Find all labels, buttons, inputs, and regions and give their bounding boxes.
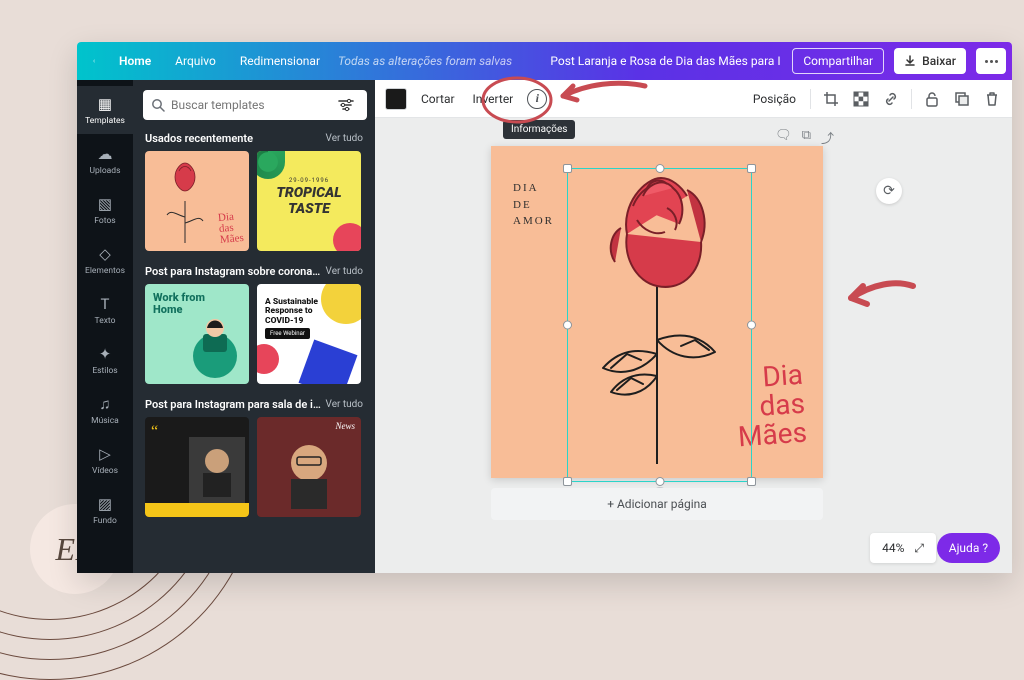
menu-file[interactable]: Arquivo	[165, 48, 226, 74]
see-all-link[interactable]: Ver tudo	[326, 399, 363, 410]
search-input[interactable]	[171, 98, 327, 112]
app-window: Home Arquivo Redimensionar Todas as alte…	[77, 42, 1012, 573]
uploads-icon: ☁	[98, 145, 113, 163]
rail-videos[interactable]: ▷ Vídeos	[77, 436, 133, 484]
section-header: Post para Instagram sobre corona… Ver tu…	[133, 261, 375, 284]
section-header: Post para Instagram para sala de i… Ver …	[133, 394, 375, 417]
rail-label: Texto	[95, 316, 116, 326]
thumb-headline: A Sustainable Response to COVID-19	[265, 298, 335, 326]
template-thumb[interactable]: 29-09-1996 TROPICALTASTE	[257, 151, 361, 251]
download-label: Baixar	[922, 54, 956, 68]
lock-icon[interactable]	[922, 89, 942, 109]
rail-label: Vídeos	[92, 466, 118, 476]
styles-icon: ✦	[99, 345, 112, 363]
download-button[interactable]: Baixar	[894, 48, 966, 74]
rail-text[interactable]: T Texto	[77, 286, 133, 334]
rail-label: Fundo	[93, 516, 117, 526]
save-status: Todas as alterações foram salvas	[338, 54, 512, 68]
videos-icon: ▷	[99, 445, 111, 463]
more-button[interactable]	[976, 48, 1006, 74]
section-title: Post para Instagram para sala de i…	[145, 398, 321, 411]
trash-icon[interactable]	[982, 89, 1002, 109]
search-icon	[151, 98, 165, 112]
rail-styles[interactable]: ✦ Estilos	[77, 336, 133, 384]
transparency-icon[interactable]	[851, 89, 871, 109]
selection-frame[interactable]: ⟳	[567, 168, 752, 482]
templates-icon: ▦	[98, 95, 112, 113]
top-header: Home Arquivo Redimensionar Todas as alte…	[77, 42, 1012, 80]
template-thumb[interactable]: “	[145, 417, 249, 517]
rail-templates[interactable]: ▦ Templates	[77, 86, 133, 134]
rail-uploads[interactable]: ☁ Uploads	[77, 136, 133, 184]
zoom-control[interactable]: 44% ⤢	[870, 533, 936, 563]
rail-label: Música	[91, 416, 119, 426]
text-icon: T	[101, 295, 110, 313]
rail-photos[interactable]: ▧ Fotos	[77, 186, 133, 234]
text-block-dia-de-amor[interactable]: DIA DE AMOR	[513, 180, 554, 230]
download-icon	[904, 55, 916, 67]
menu-resize[interactable]: Redimensionar	[230, 48, 330, 74]
elements-icon: ◇	[99, 245, 111, 263]
rail-music[interactable]: ♫ Música	[77, 386, 133, 434]
rail-label: Uploads	[89, 166, 120, 176]
comment-icon[interactable]: 🗨	[775, 128, 792, 147]
section-title: Usados recentemente	[145, 132, 253, 145]
document-title[interactable]: Post Laranja e Rosa de Dia das Mães para…	[540, 48, 780, 74]
fullscreen-icon[interactable]: ⤢	[914, 541, 924, 556]
rail-label: Fotos	[94, 216, 115, 226]
template-thumb[interactable]: Dia das Mães	[145, 151, 249, 251]
thumb-title-1: TROPICAL	[276, 185, 341, 201]
search-input-wrapper[interactable]	[143, 90, 367, 120]
editor-toolbar: Cortar Inverter i Posição Informações	[375, 80, 1012, 118]
back-button[interactable]	[83, 48, 105, 74]
rail-label: Elementos	[85, 266, 125, 276]
thumb-title-2: TASTE	[288, 201, 330, 217]
help-button[interactable]: Ajuda ?	[937, 533, 1000, 563]
template-thumb[interactable]: News	[257, 417, 361, 517]
add-page-icon[interactable]: ⤴	[821, 128, 834, 147]
section-header: Usados recentemente Ver tudo	[133, 128, 375, 151]
flip-button[interactable]: Inverter	[469, 88, 518, 110]
music-icon: ♫	[99, 395, 110, 413]
photos-icon: ▧	[98, 195, 112, 213]
rail-label: Estilos	[92, 366, 117, 376]
crop-button[interactable]: Cortar	[417, 88, 459, 110]
rail-elements[interactable]: ◇ Elementos	[77, 236, 133, 284]
duplicate-page-icon[interactable]: ⧉	[802, 128, 811, 147]
templates-panel: Usados recentemente Ver tudo Dia das Mãe…	[133, 80, 375, 573]
position-button[interactable]: Posição	[749, 88, 800, 110]
rail-label: Templates	[85, 116, 125, 126]
side-rail: ▦ Templates ☁ Uploads ▧ Fotos ◇ Elementos TT…	[77, 80, 133, 573]
add-page-button[interactable]: + Adicionar página	[491, 488, 823, 520]
see-all-link[interactable]: Ver tudo	[326, 133, 363, 144]
zoom-value: 44%	[882, 541, 904, 555]
annotation-arrow	[845, 274, 915, 314]
filter-button[interactable]	[333, 98, 359, 112]
link-icon[interactable]	[881, 89, 901, 109]
reset-view-button[interactable]: ⟳	[876, 178, 902, 204]
template-thumb[interactable]: A Sustainable Response to COVID-19 Free …	[257, 284, 361, 384]
page-action-bar: 🗨 ⧉ ⤴	[775, 128, 834, 147]
share-button[interactable]: Compartilhar	[792, 48, 884, 74]
crop-tool-icon[interactable]	[821, 89, 841, 109]
section-title: Post para Instagram sobre corona…	[145, 265, 320, 278]
thumb-button: Free Webinar	[265, 328, 310, 339]
color-swatch[interactable]	[385, 88, 407, 110]
info-button[interactable]: i	[527, 89, 547, 109]
see-all-link[interactable]: Ver tudo	[326, 266, 363, 277]
duplicate-icon[interactable]	[952, 89, 972, 109]
canvas-workspace[interactable]: 🗨 ⧉ ⤴ ⟳ DIA DE AMOR Dia das Mães	[375, 118, 1012, 573]
background-icon: ▨	[98, 495, 112, 513]
annotation-arrow	[557, 78, 647, 108]
thumb-caption: Dia das Mães	[218, 211, 245, 246]
template-thumb[interactable]: Work fromHome	[145, 284, 249, 384]
rail-background[interactable]: ▨ Fundo	[77, 486, 133, 534]
thumb-date: 29-09-1996	[257, 177, 361, 184]
nav-home[interactable]: Home	[109, 48, 161, 74]
